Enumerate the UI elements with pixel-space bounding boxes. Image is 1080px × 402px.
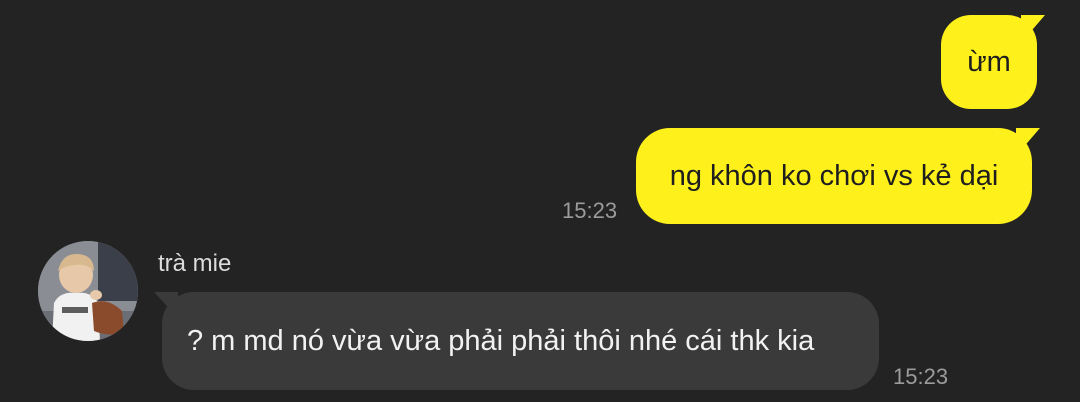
user-avatar-photo[interactable]	[38, 241, 138, 341]
avatar-image	[38, 241, 138, 341]
message-text: ? m md nó vừa vừa phải phải thôi nhé cái…	[187, 324, 815, 357]
message-text: ng khôn ko chơi vs kẻ dại	[669, 159, 999, 192]
message-timestamp: 15:23	[562, 198, 618, 223]
message-text: ừm	[967, 45, 1011, 78]
sender-name: trà mie	[158, 250, 232, 277]
bubble-tail	[154, 292, 178, 318]
bubble-tail	[1021, 15, 1045, 43]
message-timestamp: 15:23	[893, 364, 949, 389]
outgoing-message-bubble[interactable]: ng khôn ko chơi vs kẻ dại	[636, 128, 1040, 224]
incoming-message-bubble[interactable]: ? m md nó vừa vừa phải phải thôi nhé cái…	[154, 292, 879, 390]
bubble-tail	[1016, 128, 1040, 156]
outgoing-message-bubble[interactable]: ừm	[941, 15, 1045, 109]
